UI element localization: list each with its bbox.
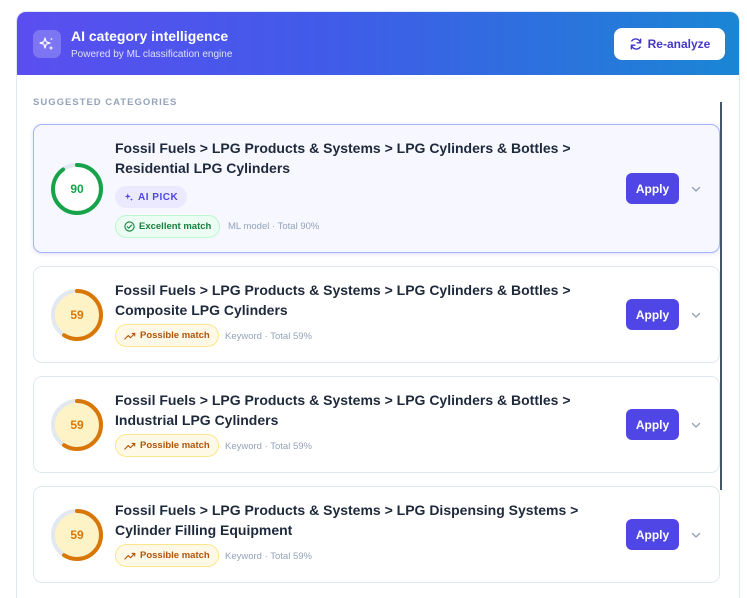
chevron-down-icon[interactable]	[690, 183, 702, 195]
match-meta: Keyword · Total 59%	[225, 551, 312, 562]
score-ring: 59	[50, 288, 104, 342]
apply-button[interactable]: Apply	[626, 299, 679, 330]
score-value: 90	[70, 182, 84, 196]
category-path: Fossil Fuels > LPG Products & Systems > …	[115, 282, 571, 318]
suggestion-card[interactable]: 59 Fossil Fuels > LPG Products & Systems…	[33, 376, 720, 473]
trending-up-icon	[124, 552, 136, 560]
ai-pick-badge: AI PICK	[115, 186, 188, 208]
trending-up-icon	[124, 332, 136, 340]
apply-button[interactable]: Apply	[626, 519, 679, 550]
score-value: 59	[70, 528, 84, 542]
chevron-down-icon[interactable]	[690, 309, 702, 321]
reanalyze-label: Re-analyze	[647, 37, 711, 51]
match-label: Possible match	[140, 330, 210, 341]
suggestion-card[interactable]: 90 Fossil Fuels > LPG Products & Systems…	[33, 124, 720, 253]
match-label: Possible match	[140, 440, 210, 451]
reanalyze-button[interactable]: Re-analyze	[614, 28, 725, 60]
match-badge: Possible match	[115, 544, 219, 567]
sparkles-icon	[33, 30, 61, 58]
suggestion-card[interactable]: 59 Fossil Fuels > LPG Products & Systems…	[33, 486, 720, 583]
chevron-down-icon[interactable]	[690, 529, 702, 541]
chevron-down-icon[interactable]	[690, 419, 702, 431]
apply-button[interactable]: Apply	[626, 173, 679, 204]
panel-header: AI category intelligence Powered by ML c…	[17, 12, 739, 75]
match-badge: Possible match	[115, 324, 219, 347]
score-value: 59	[70, 308, 84, 322]
section-label: SUGGESTED CATEGORIES	[33, 97, 178, 108]
scrollbar[interactable]	[720, 102, 722, 490]
trending-up-icon	[124, 442, 136, 450]
panel-subtitle: Powered by ML classification engine	[71, 49, 233, 60]
category-path: Fossil Fuels > LPG Products & Systems > …	[115, 502, 579, 538]
match-label: Excellent match	[139, 221, 212, 232]
match-meta: ML model · Total 90%	[228, 221, 320, 232]
refresh-icon	[630, 38, 641, 50]
score-ring: 59	[50, 508, 104, 562]
match-meta: Keyword · Total 59%	[225, 331, 312, 342]
ai-pick-label: AI PICK	[138, 191, 179, 203]
suggestion-card[interactable]: 59 Fossil Fuels > LPG Products & Systems…	[33, 266, 720, 363]
ai-category-panel: AI category intelligence Powered by ML c…	[16, 11, 740, 598]
match-meta: Keyword · Total 59%	[225, 441, 312, 452]
match-badge: Excellent match	[115, 215, 221, 238]
panel-title: AI category intelligence	[71, 28, 229, 44]
category-path: Fossil Fuels > LPG Products & Systems > …	[115, 140, 571, 176]
apply-button[interactable]: Apply	[626, 409, 679, 440]
match-label: Possible match	[140, 550, 210, 561]
sparkles-icon	[124, 193, 134, 202]
score-ring: 90	[50, 162, 104, 216]
score-value: 59	[70, 418, 84, 432]
score-ring: 59	[50, 398, 104, 452]
match-badge: Possible match	[115, 434, 219, 457]
category-path: Fossil Fuels > LPG Products & Systems > …	[115, 392, 571, 428]
check-circle-icon	[124, 221, 135, 232]
